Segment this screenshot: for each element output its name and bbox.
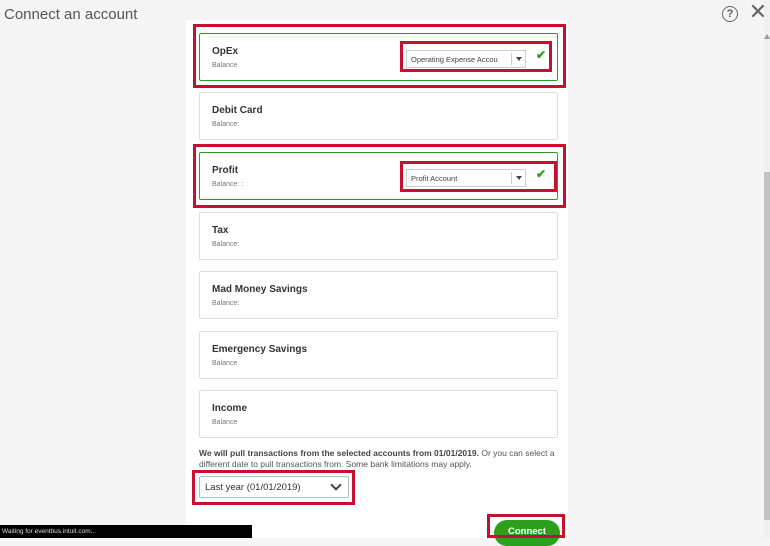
account-name: Mad Money Savings [212,284,308,295]
connect-button[interactable]: Connect [494,520,560,546]
dropdown-value: Operating Expense Accou [411,55,498,64]
date-range-select[interactable]: Last year (01/01/2019) [199,476,349,498]
account-card-profit[interactable]: Profit Balance: : Profit Account ✔ [199,152,558,200]
help-icon[interactable]: ? [722,6,738,22]
account-name: Debit Card [212,105,263,116]
chevron-down-icon [330,479,342,491]
account-type-dropdown[interactable]: Profit Account [406,169,526,187]
account-balance: Balance: [212,241,240,248]
account-name: Emergency Savings [212,344,308,355]
caret-down-icon[interactable] [516,57,522,61]
account-name: Profit [212,165,239,176]
browser-status-bar: Waiting for eventbus.intuit.com... [0,525,252,538]
account-balance: Balance [212,419,238,426]
dropdown-divider [511,172,512,184]
dialog-title: Connect an account [4,6,138,23]
account-card-emergency-savings[interactable]: Emergency Savings Balance [199,331,558,379]
account-balance: Balance [212,62,238,69]
checkmark-icon: ✔ [536,48,547,62]
date-range-value: Last year (01/01/2019) [205,482,301,493]
account-card-opex[interactable]: OpEx Balance Operating Expense Accou ✔ [199,33,558,81]
date-range-note: We will pull transactions from the selec… [199,448,561,470]
scrollbar[interactable] [764,0,770,538]
account-balance: Balance: : [212,181,244,188]
account-card-tax[interactable]: Tax Balance: [199,212,558,260]
dropdown-divider [511,53,512,65]
account-name: OpEx [212,46,239,57]
account-balance: Balance: [212,300,240,307]
account-type-dropdown[interactable]: Operating Expense Accou [406,50,526,68]
checkmark-icon: ✔ [536,167,547,181]
account-balance: Balance [212,360,238,367]
dropdown-value: Profit Account [411,174,458,183]
caret-down-icon[interactable] [516,176,522,180]
date-range-note-bold: We will pull transactions from the selec… [199,448,479,458]
scroll-up-arrow-icon[interactable] [764,34,770,39]
account-balance: Balance: [212,121,240,128]
scroll-thumb[interactable] [764,172,770,520]
account-name: Tax [212,225,229,236]
account-name: Income [212,403,248,414]
account-card-income[interactable]: Income Balance [199,390,558,438]
account-card-debit-card[interactable]: Debit Card Balance: [199,92,558,140]
account-card-mad-money-savings[interactable]: Mad Money Savings Balance: [199,271,558,319]
